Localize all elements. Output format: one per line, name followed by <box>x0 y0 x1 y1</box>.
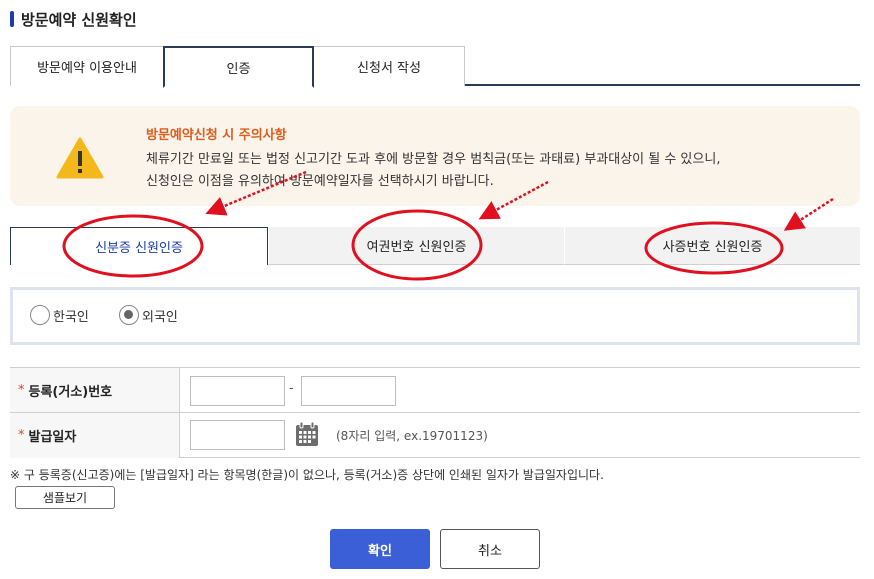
radio-foreigner-circle[interactable] <box>119 305 139 325</box>
title-accent-bar <box>10 11 14 27</box>
issue-date-input[interactable] <box>190 420 285 450</box>
required-mark: * <box>18 382 25 398</box>
page-title: 방문예약 신원확인 <box>10 8 137 30</box>
notice-line-1: 체류기간 만료일 또는 법정 신고기간 도과 후에 방문할 경우 범칙금(또는 … <box>146 152 721 167</box>
warning-triangle-icon <box>56 137 104 179</box>
form-row-issue-date: * 발급일자 (8자리 입력, ex.19701123) <box>10 413 860 458</box>
form-row-registration: * 등록(거소)번호 - <box>10 368 860 413</box>
auth-method-tabs: 신분증 신원인증 여권번호 신원인증 사증번호 신원인증 <box>10 227 860 265</box>
radio-korean-circle[interactable] <box>30 305 50 325</box>
registration-number-label: * 등록(거소)번호 <box>10 368 180 412</box>
notice-body: 체류기간 만료일 또는 법정 신고기간 도과 후에 방문할 경우 범칙금(또는 … <box>146 149 846 193</box>
issue-date-note: ※ 구 등록증(신고증)에는 [발급일자] 라는 항목명(한글)이 없으나, 등… <box>10 468 604 482</box>
notice-box: 방문예약신청 시 주의사항 체류기간 만료일 또는 법정 신고기간 도과 후에 … <box>10 106 860 206</box>
registration-number-back-input[interactable] <box>301 376 396 406</box>
radio-foreigner-label: 외국인 <box>142 309 178 325</box>
step-tabs: 방문예약 이용안내 인증 신청서 작성 <box>10 46 860 88</box>
sample-view-button[interactable]: 샘플보기 <box>15 486 115 509</box>
registration-number-dash: - <box>289 381 294 396</box>
notice-line-2: 신청인은 이점을 유의하여 방문예약일자를 선택하시기 바랍니다. <box>146 174 494 189</box>
page-title-text: 방문예약 신원확인 <box>21 10 137 29</box>
issue-date-hint: (8자리 입력, ex.19701123) <box>336 429 488 443</box>
radio-foreigner[interactable]: 외국인 <box>119 305 178 325</box>
registration-number-label-text: 등록(거소)번호 <box>28 384 113 400</box>
tab-auth[interactable]: 인증 <box>163 46 314 88</box>
tab-application[interactable]: 신청서 작성 <box>313 46 465 86</box>
nationality-radio-group: 한국인 외국인 <box>10 287 860 345</box>
radio-korean[interactable]: 한국인 <box>30 305 89 325</box>
registration-number-front-input[interactable] <box>190 376 285 406</box>
tab-id-card-auth[interactable]: 신분증 신원인증 <box>10 227 268 265</box>
tab-visa-auth[interactable]: 사증번호 신원인증 <box>564 227 860 265</box>
issue-date-label: * 발급일자 <box>10 413 180 458</box>
tab-passport-auth[interactable]: 여권번호 신원인증 <box>268 227 564 265</box>
tab-guide[interactable]: 방문예약 이용안내 <box>10 46 164 86</box>
auth-form-table: * 등록(거소)번호 - * 발급일자 (8자리 입력, ex.19701123… <box>10 367 860 458</box>
cancel-button[interactable]: 취소 <box>440 529 540 569</box>
confirm-button[interactable]: 확인 <box>330 529 430 569</box>
calendar-icon[interactable] <box>295 421 319 447</box>
radio-korean-label: 한국인 <box>53 309 89 325</box>
notice-title: 방문예약신청 시 주의사항 <box>146 128 287 143</box>
required-mark: * <box>18 428 25 443</box>
issue-date-label-text: 발급일자 <box>28 430 77 445</box>
